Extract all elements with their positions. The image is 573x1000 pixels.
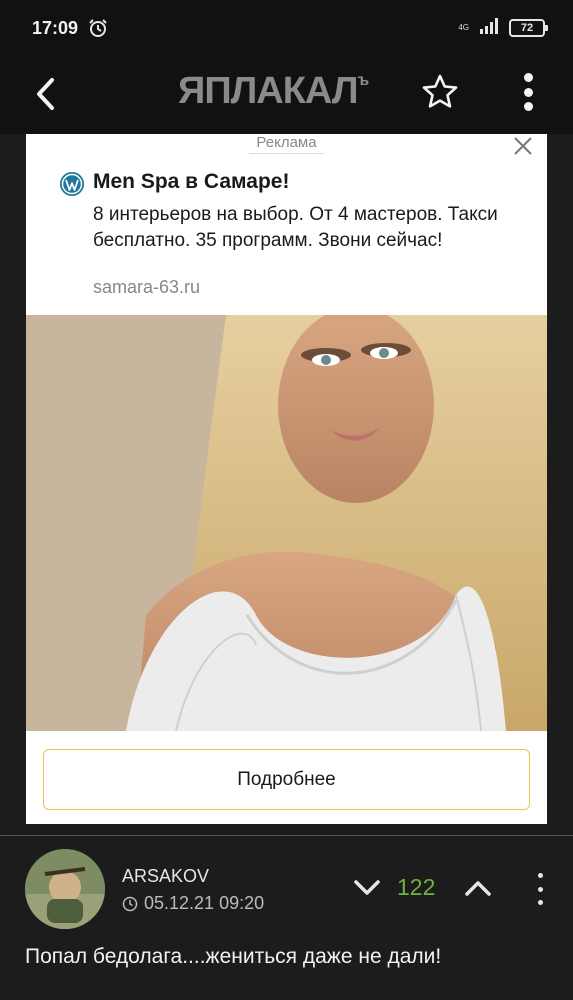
ad-close-button[interactable] [511, 134, 535, 158]
vote-up-button[interactable] [463, 876, 493, 900]
menu-dot [537, 873, 543, 878]
username[interactable]: ARSAKOV [122, 866, 209, 887]
back-button[interactable] [30, 74, 60, 114]
date-text: 05.12.21 09:20 [144, 893, 265, 913]
status-left: 17:09 [32, 18, 108, 39]
clock-icon [122, 896, 138, 911]
star-icon [422, 74, 458, 108]
avatar[interactable] [25, 849, 105, 929]
vote-count: 122 [397, 874, 436, 900]
menu-dot [523, 73, 533, 82]
more-menu-button[interactable] [514, 70, 542, 114]
app-header: ЯПЛАКАЛъ [0, 56, 573, 134]
chevron-down-icon [354, 880, 380, 895]
battery-level: 72 [520, 22, 534, 34]
ad-title[interactable]: Men Spa в Самаре! [93, 170, 289, 194]
battery-icon: 72 [509, 19, 548, 37]
logo-text: ЯПЛАКАЛ [178, 70, 358, 112]
separator [0, 835, 573, 836]
app-logo[interactable]: ЯПЛАКАЛъ [178, 70, 370, 113]
ad-card[interactable]: Реклама Men Spa в Самаре! 8 интерьеров н… [26, 134, 547, 824]
signal-icon [479, 17, 501, 39]
chevron-up-icon [465, 881, 491, 896]
ad-url[interactable]: samara-63.ru [93, 277, 200, 298]
status-time: 17:09 [32, 17, 79, 38]
ad-label: Реклама [249, 134, 324, 154]
menu-dot [537, 900, 543, 905]
network-label: 4G [458, 23, 469, 32]
comment-date: 05.12.21 09:20 [122, 893, 264, 914]
logo-suffix: ъ [357, 72, 370, 89]
ad-more-button[interactable]: Подробнее [43, 749, 530, 810]
comment-menu-button[interactable] [535, 873, 545, 905]
status-right: 4G 72 [458, 17, 548, 39]
favorite-button[interactable] [420, 72, 460, 112]
comment-text: Попал бедолага....жениться даже не дали! [25, 945, 442, 968]
vote-down-button[interactable] [352, 876, 382, 900]
status-bar: 17:09 4G 72 [0, 0, 573, 56]
ad-description: 8 интерьеров на выбор. От 4 мастеров. Та… [93, 204, 498, 251]
wordpress-icon [59, 171, 85, 197]
chevron-left-icon [37, 78, 54, 110]
menu-dot [523, 87, 533, 97]
menu-dot [537, 886, 543, 892]
menu-dot [523, 102, 533, 111]
alarm-icon [88, 18, 108, 38]
ad-image[interactable] [26, 315, 547, 731]
close-icon [514, 137, 532, 155]
